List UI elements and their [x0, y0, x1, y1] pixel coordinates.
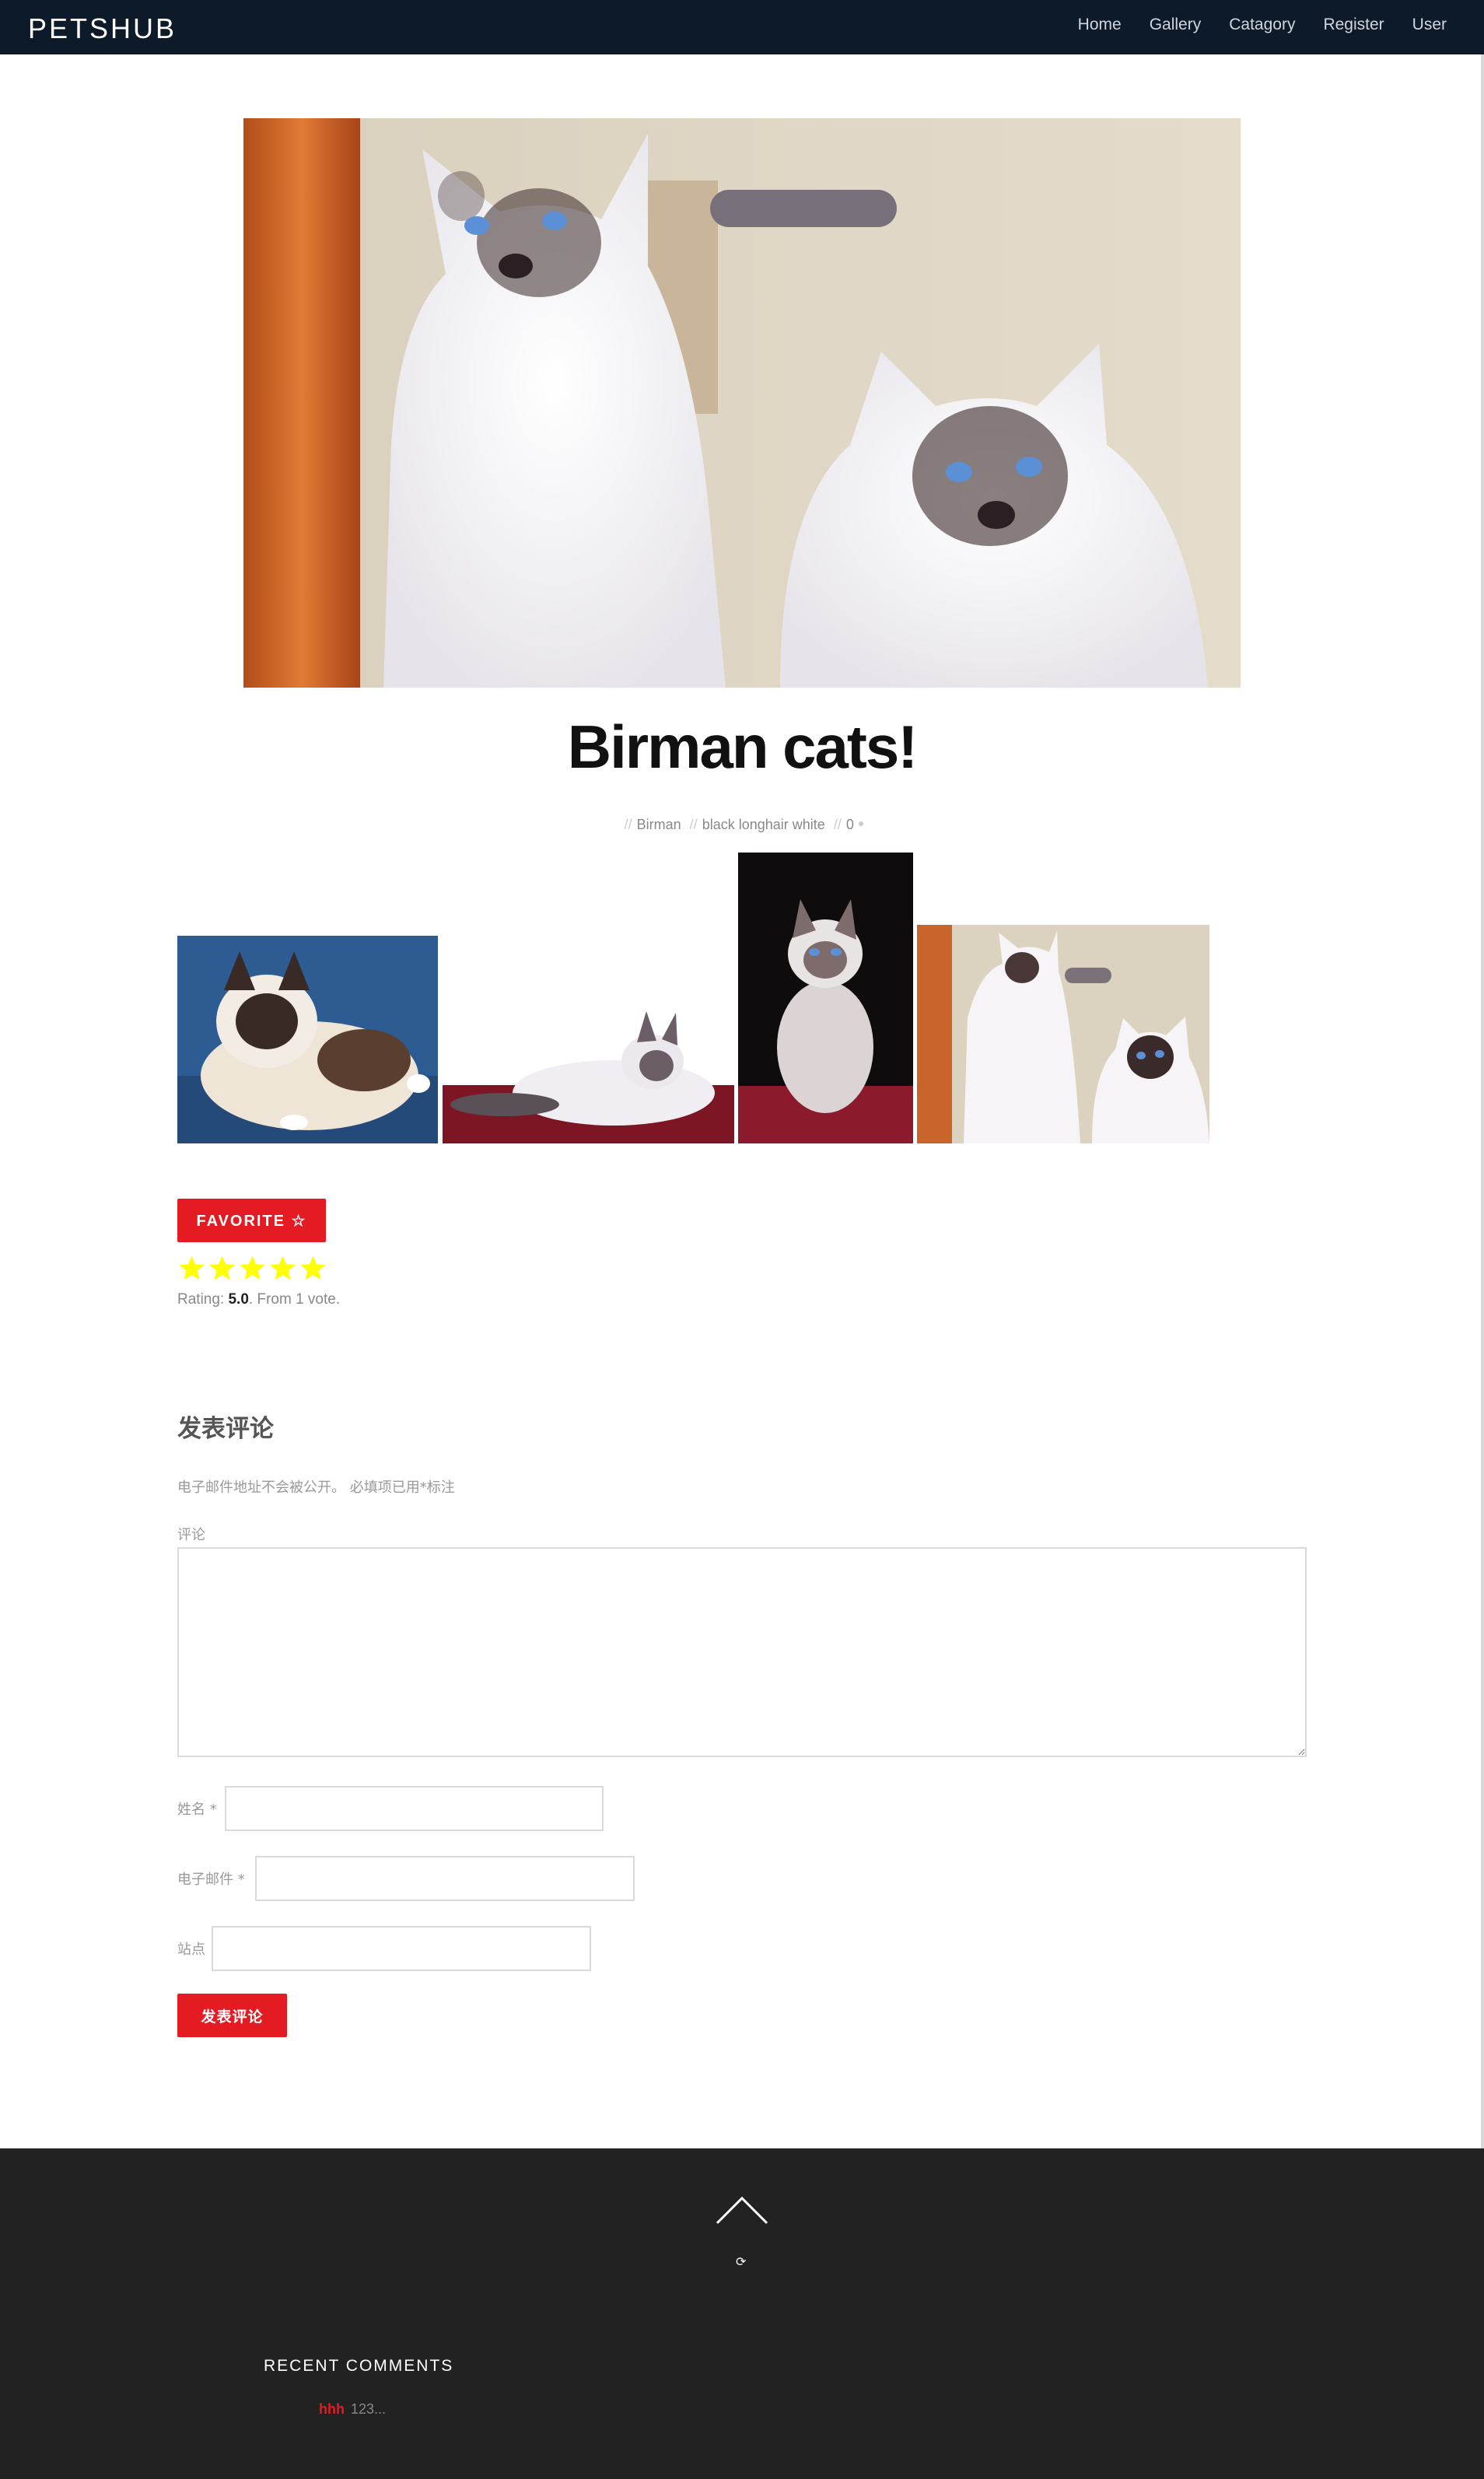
favorite-button[interactable]: FAVORITE ☆ — [177, 1199, 326, 1242]
comment-bubble-icon: ● — [857, 817, 865, 829]
hero-cats-illustration — [243, 118, 1241, 688]
meta-separator: // — [689, 817, 698, 832]
nav-gallery[interactable]: Gallery — [1150, 16, 1202, 34]
rating-label: Rating: — [177, 1291, 229, 1308]
rating-summary: Rating: 5.0. From 1 vote. — [177, 1291, 340, 1308]
meta-category-link[interactable]: Birman — [637, 817, 681, 832]
name-input[interactable] — [225, 1786, 604, 1831]
reply-title: 发表评论 — [177, 1415, 274, 1443]
rating-votes: . From 1 vote. — [248, 1291, 341, 1308]
comment-textarea[interactable] — [177, 1547, 1307, 1757]
scrollbar-track[interactable] — [1481, 54, 1484, 2148]
submit-comment-button[interactable]: 发表评论 — [177, 1994, 287, 2037]
meta-separator: // — [833, 817, 842, 832]
post-meta: // Birman // black longhair white // 0 ● — [0, 817, 1484, 833]
rating-value: 5.0 — [228, 1291, 249, 1308]
nav-user[interactable]: User — [1412, 16, 1447, 34]
hero-image — [243, 118, 1241, 688]
nav-home[interactable]: Home — [1078, 16, 1122, 34]
email-label: 电子邮件 * — [177, 1872, 245, 1888]
site-logo[interactable]: PETSHUB — [28, 12, 177, 45]
star-icon[interactable] — [238, 1254, 267, 1283]
gallery-thumbnail[interactable] — [443, 988, 734, 1143]
tag-link-longhair[interactable]: longhair — [739, 817, 789, 832]
comment-count-link[interactable]: 0 — [846, 817, 854, 832]
name-label: 姓名 * — [177, 1801, 217, 1818]
email-input[interactable] — [255, 1856, 635, 1901]
star-icon[interactable] — [299, 1254, 327, 1283]
site-label: 站点 — [177, 1942, 205, 1958]
star-icon[interactable] — [268, 1254, 297, 1283]
star-rating[interactable] — [177, 1254, 327, 1283]
comment-notes: 电子邮件地址不会被公开。 必填项已用*标注 — [177, 1479, 455, 1496]
meta-separator: // — [624, 817, 632, 832]
site-input[interactable] — [212, 1926, 591, 1971]
star-icon[interactable] — [208, 1254, 236, 1283]
refresh-icon: ⟳ — [736, 2256, 747, 2269]
main-nav: Home Gallery Catagory Register User — [1078, 16, 1447, 34]
gallery-thumbnail[interactable] — [738, 853, 913, 1143]
recent-comment-author[interactable]: hhh — [319, 2401, 345, 2417]
top-navbar: PETSHUB Home Gallery Catagory Register U… — [0, 0, 1484, 54]
star-icon[interactable] — [177, 1254, 206, 1283]
recent-comment-excerpt[interactable]: 123... — [351, 2401, 386, 2417]
comment-label: 评论 — [177, 1527, 205, 1543]
recent-comments-title: RECENT COMMENTS — [264, 2357, 454, 2375]
nav-register[interactable]: Register — [1323, 16, 1384, 34]
tag-link-white[interactable]: white — [793, 817, 825, 832]
gallery-thumbnail[interactable] — [917, 925, 1209, 1143]
nav-catagory[interactable]: Catagory — [1229, 16, 1295, 34]
post-title: Birman cats! — [567, 713, 919, 781]
gallery-thumbnail[interactable] — [177, 936, 438, 1143]
scroll-up-arrow-icon[interactable] — [716, 2195, 768, 2226]
recent-comment-item: hhh 123... — [319, 2401, 386, 2418]
tag-link-black[interactable]: black — [702, 817, 735, 832]
